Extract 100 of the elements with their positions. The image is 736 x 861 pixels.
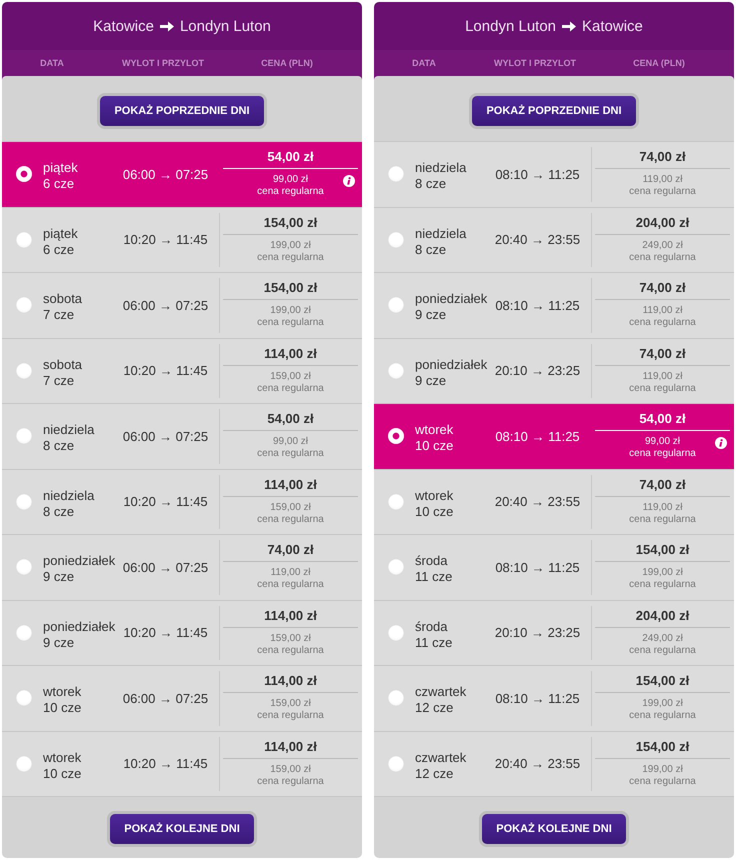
price-text: 204,00 zł xyxy=(595,606,730,628)
info-icon xyxy=(715,437,727,449)
flight-row[interactable]: niedziela 8 cze 20:40 → 23:55 204,00 zł 249,00 zł cena regularna xyxy=(374,206,734,272)
flight-row[interactable]: sobota 7 cze 10:20 → 11:45 114,00 zł 159,00 zł cena regularna xyxy=(2,338,362,403)
day-name: wtorek xyxy=(43,684,82,700)
flight-times: 20:40 → 23:55 xyxy=(494,232,582,248)
flight-row[interactable]: sobota 7 cze 06:00 → 07:25 154,00 zł 199,00 zł cena regularna xyxy=(2,272,362,338)
radio-button[interactable] xyxy=(16,297,32,314)
day-name: wtorek xyxy=(43,750,82,766)
radio-button[interactable] xyxy=(16,624,32,641)
regular-price: 99,00 zł xyxy=(644,436,680,448)
day-name: wtorek xyxy=(415,488,454,504)
day-name: niedziela xyxy=(43,422,94,438)
destination-text: Katowice xyxy=(582,18,643,34)
price-text: 54,00 zł xyxy=(223,409,358,431)
flight-times: 10:20 → 11:45 xyxy=(122,232,209,248)
radio-button[interactable] xyxy=(16,690,32,706)
regular-price: 159,00 zł xyxy=(270,370,311,382)
column-header: CENA (PLN) xyxy=(261,58,313,68)
price-text: 114,00 zł xyxy=(223,671,358,693)
day-name: środa xyxy=(415,618,448,635)
flight-times: 06:00 → 07:25 xyxy=(122,690,210,706)
radio-button[interactable] xyxy=(388,756,404,772)
day-name: poniedziałek xyxy=(415,356,488,373)
regular-price-label: cena regularna xyxy=(629,710,696,722)
radio-button[interactable] xyxy=(388,428,404,444)
price-text: 154,00 zł xyxy=(223,278,358,300)
day-name: czwartek xyxy=(415,684,466,700)
flight-row[interactable]: niedziela 8 cze 06:00 → 07:25 54,00 zł 99,00 zł cena regularna xyxy=(2,403,362,468)
regular-price-label: cena regularna xyxy=(629,448,696,460)
day-name: sobota xyxy=(43,291,82,308)
flight-row[interactable]: czwartek 12 cze 20:40 → 23:55 154,00 zł 199,00 zł cena regularna xyxy=(374,730,734,796)
origin-text: Katowice xyxy=(93,18,154,34)
regular-price-label: cena regularna xyxy=(629,382,696,394)
price-text: 114,00 zł xyxy=(223,606,358,628)
destination-text: Londyn Luton xyxy=(180,18,271,34)
radio-button[interactable] xyxy=(16,428,32,444)
day-name: niedziela xyxy=(415,226,466,242)
show-previous-days-button[interactable]: POKAŻ POPRZEDNIE DNI xyxy=(469,93,639,129)
regular-price: 159,00 zł xyxy=(270,698,311,710)
flight-row[interactable]: wtorek 10 cze 06:00 → 07:25 114,00 zł 159,00 zł cena regularna xyxy=(2,665,362,730)
regular-price: 249,00 zł xyxy=(642,632,683,644)
radio-button[interactable] xyxy=(16,166,32,182)
radio-button[interactable] xyxy=(16,362,32,379)
info-icon xyxy=(343,175,355,187)
day-name: piątek xyxy=(43,226,78,242)
regular-price-label: cena regularna xyxy=(257,514,324,526)
price-text: 154,00 zł xyxy=(595,540,730,562)
column-header: WYLOT I PRZYLOT xyxy=(122,58,204,68)
radio-button[interactable] xyxy=(16,232,32,248)
regular-price-label: cena regularna xyxy=(257,644,324,656)
show-next-days-button[interactable]: POKAŻ KOLEJNE DNI xyxy=(107,811,257,847)
price-text: 54,00 zł xyxy=(223,147,358,169)
radio-button[interactable] xyxy=(388,494,404,510)
date-text: 6 cze xyxy=(43,176,74,192)
radio-button[interactable] xyxy=(388,232,404,248)
show-previous-days-button[interactable]: POKAŻ POPRZEDNIE DNI xyxy=(97,93,267,129)
radio-button[interactable] xyxy=(388,559,404,576)
day-name: piątek xyxy=(43,160,78,176)
radio-button[interactable] xyxy=(16,756,32,772)
regular-price-label: cena regularna xyxy=(257,317,324,329)
flight-row[interactable]: wtorek 10 cze 10:20 → 11:45 114,00 zł 159,00 zł cena regularna xyxy=(2,730,362,796)
flight-times: 08:10 → 11:25 xyxy=(494,428,581,444)
regular-price-label: cena regularna xyxy=(257,448,324,460)
day-name: poniedziałek xyxy=(415,291,488,308)
regular-price: 159,00 zł xyxy=(270,632,311,644)
radio-button[interactable] xyxy=(388,624,404,641)
flight-row[interactable]: wtorek 10 cze 08:10 → 11:25 54,00 zł 99,00 zł cena regularna xyxy=(374,403,734,468)
radio-button[interactable] xyxy=(388,362,404,379)
date-text: 7 cze xyxy=(43,307,74,324)
flight-row[interactable]: wtorek 10 cze 20:40 → 23:55 74,00 zł 119,00 zł cena regularna xyxy=(374,468,734,534)
day-name: czwartek xyxy=(415,750,466,766)
show-next-days-button[interactable]: POKAŻ KOLEJNE DNI xyxy=(479,811,629,847)
regular-price-label: cena regularna xyxy=(257,579,324,591)
regular-price-label: cena regularna xyxy=(629,514,696,526)
flight-row[interactable]: niedziela 8 cze 08:10 → 11:25 74,00 zł 119,00 zł cena regularna xyxy=(374,141,734,206)
radio-button[interactable] xyxy=(388,690,404,706)
flight-row[interactable]: środa 11 cze 20:10 → 23:25 204,00 zł 249,00 zł cena regularna xyxy=(374,600,734,665)
day-name: poniedziałek xyxy=(43,553,116,570)
day-name: niedziela xyxy=(415,160,466,176)
day-name: sobota xyxy=(43,356,82,373)
date-text: 11 cze xyxy=(415,569,452,586)
flight-row[interactable]: piątek 6 cze 06:00 → 07:25 54,00 zł 99,00 zł cena regularna xyxy=(2,141,362,206)
radio-button[interactable] xyxy=(16,559,32,576)
flight-row[interactable]: czwartek 12 cze 08:10 → 11:25 154,00 zł 199,00 zł cena regularna xyxy=(374,665,734,730)
price-text: 74,00 zł xyxy=(595,278,730,300)
radio-button[interactable] xyxy=(16,494,32,510)
flight-row[interactable]: środa 11 cze 08:10 → 11:25 154,00 zł 199,00 zł cena regularna xyxy=(374,534,734,600)
date-text: 6 cze xyxy=(43,242,74,258)
flight-row[interactable]: piątek 6 cze 10:20 → 11:45 154,00 zł 199,00 zł cena regularna xyxy=(2,206,362,272)
flight-times: 20:10 → 23:25 xyxy=(494,363,582,378)
date-text: 10 cze xyxy=(415,504,454,520)
regular-price-label: cena regularna xyxy=(257,776,324,788)
radio-button[interactable] xyxy=(388,297,404,314)
column-header: CENA (PLN) xyxy=(633,58,685,68)
arrow-icon xyxy=(562,20,576,32)
radio-button[interactable] xyxy=(388,166,404,182)
regular-price-label: cena regularna xyxy=(257,186,324,198)
regular-price-label: cena regularna xyxy=(257,710,324,722)
flight-row[interactable]: niedziela 8 cze 10:20 → 11:45 114,00 zł 159,00 zł cena regularna xyxy=(2,468,362,534)
